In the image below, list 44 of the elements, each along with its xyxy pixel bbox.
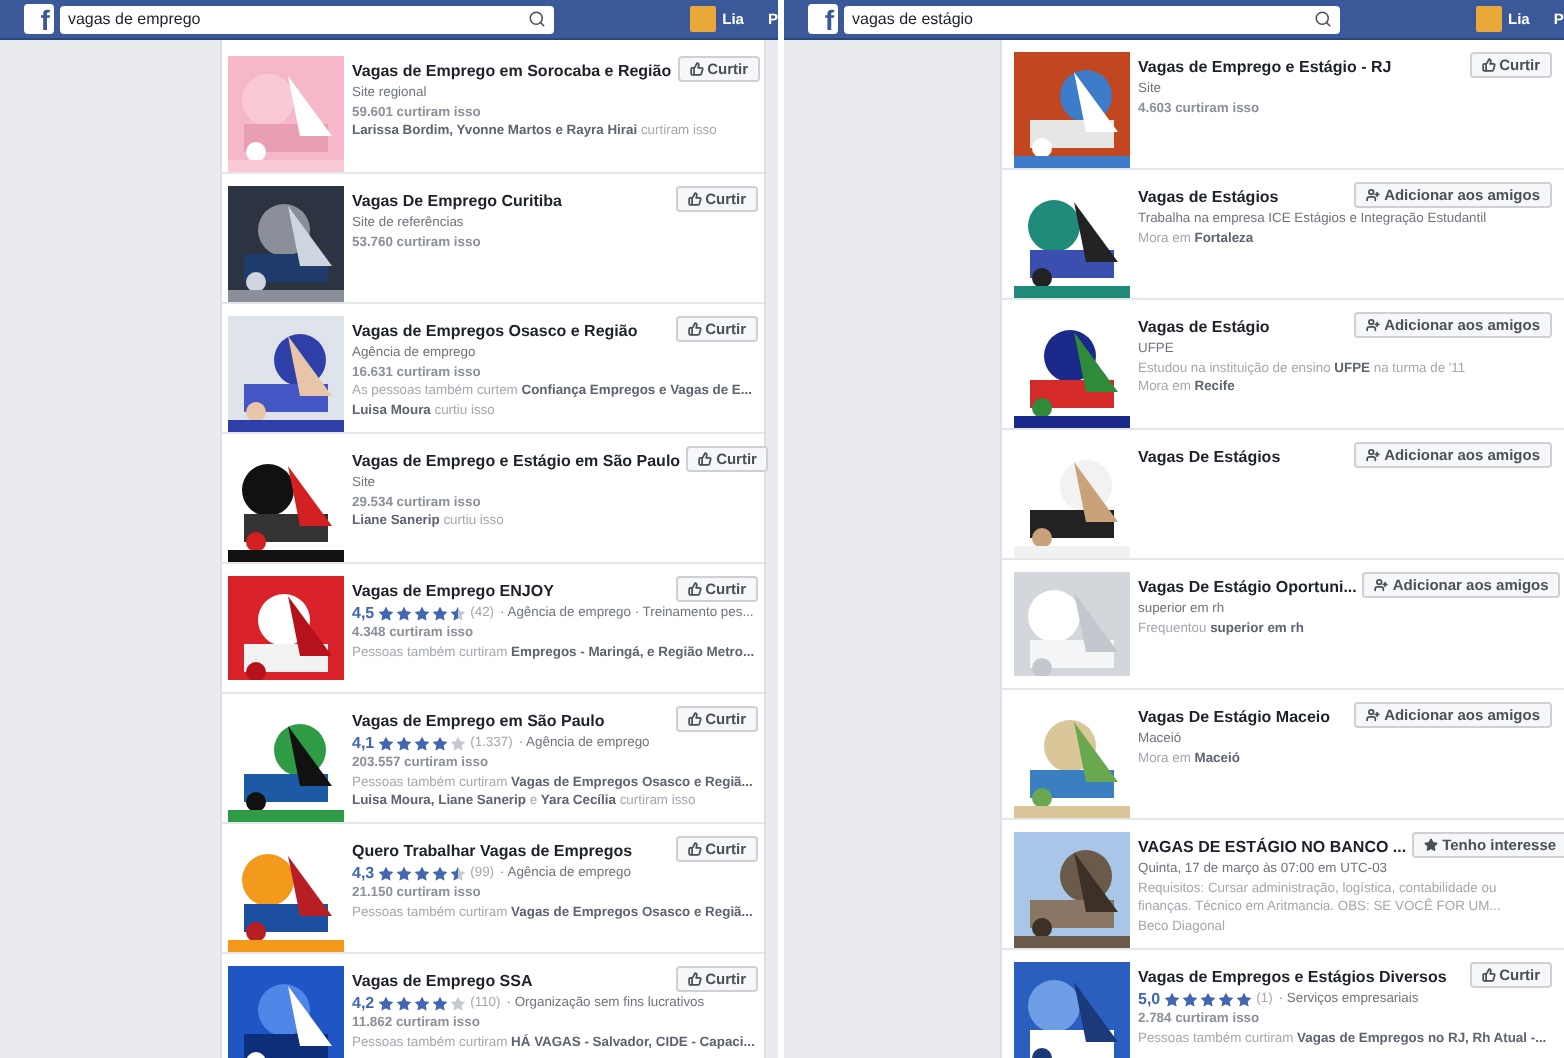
result-title[interactable]: Vagas de Empregos e Estágios Diversos xyxy=(1138,964,1447,990)
thumbs-up-icon xyxy=(687,972,702,986)
avatar[interactable] xyxy=(690,6,717,32)
thumbs-up-icon xyxy=(689,62,704,76)
result-title[interactable]: Vagas De Estágios xyxy=(1138,444,1281,470)
thumbs-up-icon xyxy=(687,322,702,336)
logo[interactable]: f xyxy=(808,4,838,34)
result-title[interactable]: Vagas de Empregos Osasco e Região xyxy=(352,318,638,344)
rating-score: 4,2 xyxy=(352,994,375,1014)
add-person-icon xyxy=(1366,708,1381,722)
search-field[interactable]: vagas de emprego xyxy=(59,5,555,33)
rating-score: 5,0 xyxy=(1138,990,1161,1010)
add-person-icon xyxy=(1366,318,1381,332)
add-person-icon xyxy=(1374,578,1389,592)
thumbs-up-icon xyxy=(687,582,702,596)
thumbs-up-icon xyxy=(687,712,702,726)
result-title[interactable]: Vagas De Estágio Maceio xyxy=(1138,704,1331,730)
result-title[interactable]: Vagas de Emprego e Estágio em São Paulo xyxy=(352,448,681,474)
rating-score: 4,5 xyxy=(352,604,375,624)
thumbs-up-icon xyxy=(1481,968,1496,982)
result-title[interactable]: Vagas de Emprego em Sorocaba e Região xyxy=(352,58,672,84)
add-person-icon xyxy=(1366,448,1381,462)
result-title[interactable]: Vagas De Estágio Oportuni... xyxy=(1138,574,1357,600)
result-title[interactable]: Vagas de Estágio xyxy=(1138,314,1270,340)
result-title[interactable]: Quero Trabalhar Vagas de Empregos xyxy=(352,838,633,864)
result-title[interactable]: Vagas de Emprego e Estágio - RJ xyxy=(1138,54,1392,80)
rating-score: 4,3 xyxy=(352,864,375,884)
add-person-icon xyxy=(1366,188,1381,202)
thumbs-up-icon xyxy=(687,842,702,856)
result-title[interactable]: Vagas de Estágios xyxy=(1138,184,1279,210)
result-title[interactable]: Vagas de Emprego ENJOY xyxy=(352,578,554,604)
thumbs-up-icon xyxy=(698,452,713,466)
result-title[interactable]: Vagas de Emprego SSA xyxy=(352,968,533,994)
thumbs-up-icon xyxy=(1481,58,1496,72)
search-field[interactable]: vagas de estágio xyxy=(844,5,1340,33)
search-icon[interactable] xyxy=(528,10,547,28)
thumbs-up-icon xyxy=(687,192,702,206)
rating-score: 4,1 xyxy=(352,734,375,754)
logo[interactable]: f xyxy=(24,4,54,34)
result-title[interactable]: Vagas de Emprego em São Paulo xyxy=(352,708,605,734)
result-title[interactable]: Vagas De Emprego Curitiba xyxy=(352,188,562,214)
star-icon xyxy=(1424,838,1439,852)
result-title[interactable]: VAGAS DE ESTÁGIO NO BANCO ... xyxy=(1138,834,1407,860)
search-icon[interactable] xyxy=(1314,10,1332,28)
